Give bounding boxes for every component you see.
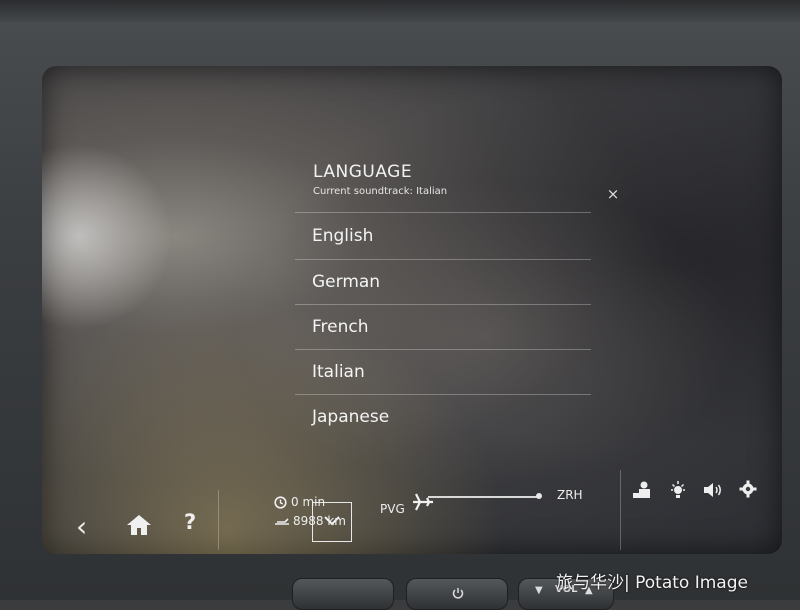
language-list: English German French Italian Japanese xyxy=(295,212,591,439)
destination-airport: ZRH xyxy=(557,488,583,502)
ife-screen: LANGUAGE Current soundtrack: Italian Eng… xyxy=(42,66,782,554)
volume-down-icon: ▼ xyxy=(535,585,543,596)
language-option-japanese[interactable]: Japanese xyxy=(295,394,591,439)
landing-plane-icon xyxy=(275,518,289,525)
home-button[interactable] xyxy=(126,514,152,541)
time-remaining: 0 min xyxy=(291,495,326,509)
language-option-italian[interactable]: Italian xyxy=(295,349,591,394)
home-icon xyxy=(127,515,151,535)
hardware-button-left[interactable] xyxy=(292,578,394,610)
bottom-bar: ‹ ? 0 min 8988 km PVG ZRH xyxy=(42,466,782,554)
bezel-top-edge xyxy=(0,0,800,22)
flight-progress-dot xyxy=(536,493,542,499)
help-button[interactable]: ? xyxy=(184,510,196,534)
power-icon xyxy=(452,588,464,599)
close-icon: × xyxy=(606,185,620,203)
language-option-english[interactable]: English xyxy=(295,212,591,259)
flight-progress-line xyxy=(428,496,540,498)
language-option-french[interactable]: French xyxy=(295,304,591,349)
distance-remaining: 8988 km xyxy=(293,514,346,528)
origin-airport: PVG xyxy=(380,502,405,516)
power-button[interactable] xyxy=(406,578,508,610)
language-panel: LANGUAGE Current soundtrack: Italian Eng… xyxy=(295,152,591,542)
help-icon: ? xyxy=(184,510,197,534)
language-option-german[interactable]: German xyxy=(295,259,591,304)
close-button[interactable]: × xyxy=(605,186,621,202)
clock-icon xyxy=(274,496,287,509)
attendant-call-icon[interactable] xyxy=(632,480,652,500)
volume-icon[interactable] xyxy=(703,482,723,498)
plane-icon xyxy=(413,493,433,511)
back-icon: ‹ xyxy=(76,510,88,543)
current-soundtrack-text: Current soundtrack: Italian xyxy=(313,186,448,197)
photo-watermark: 旅与华沙| Potato Image xyxy=(556,573,748,593)
bottom-bar-divider xyxy=(218,490,219,550)
language-title: LANGUAGE xyxy=(313,162,413,182)
bottom-bar-divider xyxy=(620,470,621,550)
settings-gear-icon[interactable] xyxy=(739,480,757,498)
back-button[interactable]: ‹ xyxy=(76,510,87,543)
reading-light-icon[interactable] xyxy=(669,480,687,500)
